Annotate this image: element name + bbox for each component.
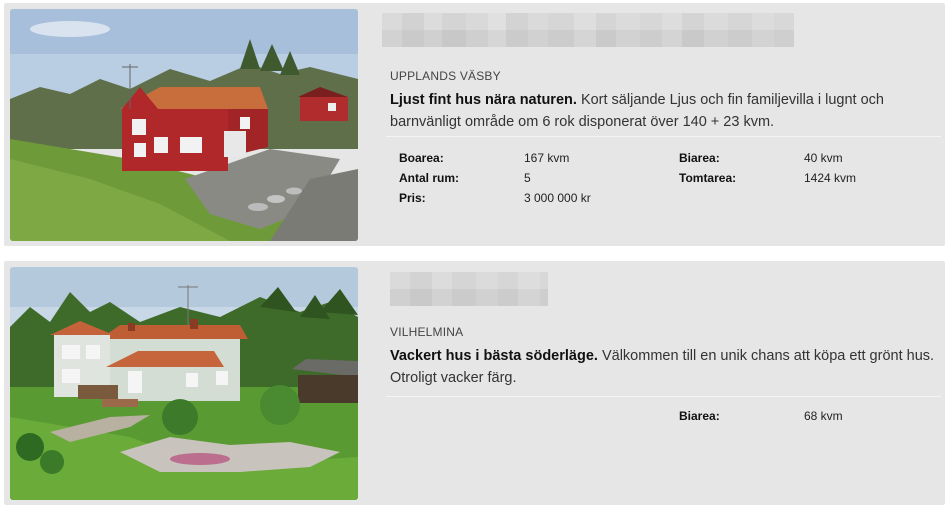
biarea-label: Biarea: <box>679 151 720 165</box>
divider <box>386 136 941 137</box>
municipality-label: VILHELMINA <box>390 325 464 339</box>
biarea-value: 40 kvm <box>804 151 843 165</box>
municipality-label: UPPLANDS VÄSBY <box>390 69 501 83</box>
house-photo-green-villa-icon <box>10 267 358 500</box>
boarea-label: Boarea: <box>399 151 444 165</box>
rooms-value: 5 <box>524 171 531 185</box>
listing-info: VILHELMINA Vackert hus i bästa söderläge… <box>390 325 945 389</box>
blurred-address <box>382 13 794 47</box>
listing-photo[interactable] <box>10 9 358 241</box>
listing-photo[interactable] <box>10 267 358 500</box>
rooms-label: Antal rum: <box>399 171 459 185</box>
biarea-value: 68 kvm <box>804 409 843 423</box>
divider <box>386 396 941 397</box>
price-value: 3 000 000 kr <box>524 191 591 205</box>
biarea-label: Biarea: <box>679 409 720 423</box>
plot-area-value: 1424 kvm <box>804 171 857 185</box>
listing-card[interactable]: UPPLANDS VÄSBY Ljust fint hus nära natur… <box>4 3 945 246</box>
plot-area-label: Tomtarea: <box>679 171 737 185</box>
price-label: Pris: <box>399 191 426 205</box>
listing-description: Vackert hus i bästa söderläge. Välkommen… <box>390 345 938 389</box>
listing-info: UPPLANDS VÄSBY Ljust fint hus nära natur… <box>390 69 945 133</box>
listing-headline[interactable]: Vackert hus i bästa söderläge. <box>390 348 598 364</box>
listing-headline[interactable]: Ljust fint hus nära naturen. <box>390 92 577 108</box>
listing-description: Ljust fint hus nära naturen. Kort säljan… <box>390 89 938 133</box>
boarea-value: 167 kvm <box>524 151 570 165</box>
listing-card[interactable]: VILHELMINA Vackert hus i bästa söderläge… <box>4 261 945 505</box>
house-photo-red-villa-icon <box>10 9 358 241</box>
blurred-address <box>390 272 548 306</box>
